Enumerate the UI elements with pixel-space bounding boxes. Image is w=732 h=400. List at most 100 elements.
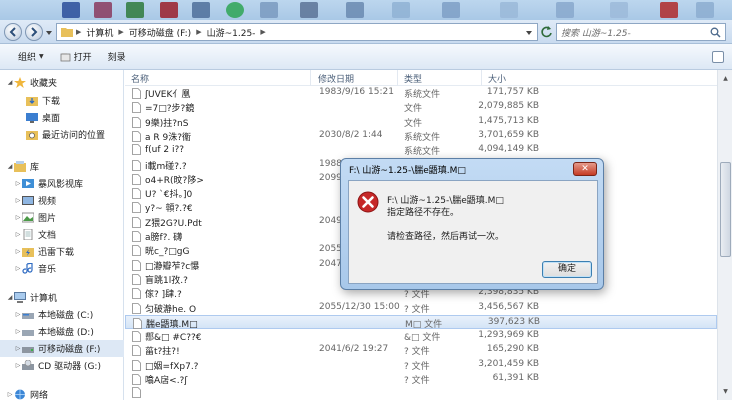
- file-icon: [132, 245, 141, 257]
- table-row[interactable]: a R 9洙?衞 2030/8/2 1:44 系统文件 3,701,659 KB: [125, 129, 717, 143]
- expand-arrow-icon[interactable]: ◢: [6, 163, 14, 170]
- expand-arrow-icon[interactable]: ▷: [14, 362, 22, 369]
- column-header-name[interactable]: 名称: [125, 70, 311, 86]
- thumbnail[interactable]: [556, 2, 574, 18]
- file-name-cell: i載m碰?.?: [132, 159, 187, 172]
- expand-arrow-icon[interactable]: ▷: [14, 328, 22, 335]
- breadcrumb-separator[interactable]: ▶: [73, 28, 84, 36]
- nav-music[interactable]: ▷ 音乐: [0, 260, 124, 277]
- column-header-label: 大小: [488, 74, 507, 85]
- search-input[interactable]: 搜索 山游~1.25-: [556, 23, 726, 41]
- expand-arrow-icon[interactable]: ◢: [6, 294, 14, 301]
- thumbnail[interactable]: [300, 2, 318, 18]
- expand-arrow-icon[interactable]: ▷: [14, 231, 22, 238]
- nav-pictures[interactable]: ▷ 图片: [0, 209, 124, 226]
- column-header-date[interactable]: 修改日期: [312, 70, 398, 86]
- nav-video-library[interactable]: ▷ 暴风影视库: [0, 175, 124, 192]
- open-button[interactable]: 打开: [52, 44, 100, 70]
- table-row[interactable]: □姻=fXp7.? ? 文件 3,201,459 KB: [125, 358, 717, 372]
- nav-label: 文档: [38, 231, 57, 241]
- file-type-cell: &□ 文件: [404, 333, 441, 344]
- nav-libraries[interactable]: ◢ 库: [0, 158, 124, 175]
- expand-arrow-icon[interactable]: ▷: [14, 345, 22, 352]
- thumbnail[interactable]: [500, 2, 518, 18]
- table-row[interactable]: 9樂)拄?nS 文件 1,475,713 KB: [125, 115, 717, 129]
- organize-button[interactable]: 组织 ▼: [0, 44, 52, 70]
- expand-arrow-icon[interactable]: ▷: [14, 214, 22, 221]
- thumbnail[interactable]: [442, 2, 460, 18]
- thumbnail[interactable]: [226, 2, 244, 18]
- scroll-up-button[interactable]: ▲: [720, 73, 731, 84]
- nav-cd-drive-g[interactable]: ▷ CD 驱动器 (G:): [0, 357, 124, 374]
- burn-button[interactable]: 刻录: [100, 44, 134, 70]
- nav-removable-disk-f[interactable]: ▷ 可移动磁盘 (F:): [0, 340, 124, 357]
- breadcrumb-separator[interactable]: ▶: [115, 28, 126, 36]
- help-icon[interactable]: [712, 51, 724, 63]
- nav-videos[interactable]: ▷ 视频: [0, 192, 124, 209]
- table-row[interactable]: 郻&□ #C??€ &□ 文件 1,293,969 KB: [125, 329, 717, 343]
- table-row[interactable]: 噏A扂<.?ʃ ? 文件 61,391 KB: [125, 372, 717, 386]
- breadcrumb-separator[interactable]: ▶: [257, 28, 268, 36]
- refresh-icon[interactable]: [540, 24, 554, 40]
- thumbnail[interactable]: [192, 2, 210, 18]
- table-row[interactable]: 腨e鼯瑱.M□ M□ 文件 397,623 KB: [125, 314, 717, 330]
- expand-arrow-icon[interactable]: ▷: [6, 391, 14, 398]
- thumbnail[interactable]: [696, 2, 714, 18]
- thumbnail[interactable]: [62, 2, 80, 18]
- nav-documents[interactable]: ▷ 文档: [0, 226, 124, 243]
- nav-computer[interactable]: ◢ 计算机: [0, 289, 124, 306]
- file-icon: [132, 159, 141, 171]
- expand-arrow-icon[interactable]: ◢: [6, 79, 14, 86]
- breadcrumb-folder[interactable]: 山游~1.25-: [205, 26, 258, 39]
- thumbnail[interactable]: [660, 2, 678, 18]
- thumbnail[interactable]: [392, 2, 410, 18]
- nav-local-disk-d[interactable]: ▷ 本地磁盘 (D:): [0, 323, 124, 340]
- file-size-cell: 2,079,885 KB: [478, 101, 539, 112]
- breadcrumb-computer[interactable]: 计算机: [84, 26, 115, 39]
- expand-arrow-icon[interactable]: ▷: [14, 180, 22, 187]
- nav-recent-places[interactable]: 最近访问的位置: [0, 126, 124, 143]
- file-name-text: 傢? ]肆.?: [145, 290, 182, 301]
- table-row[interactable]: 匀破瀞he. O 2055/12/30 15:00 ? 文件 3,456,567 KB: [125, 301, 717, 315]
- thumbnail[interactable]: [610, 2, 628, 18]
- back-button[interactable]: [4, 23, 22, 41]
- column-header-size[interactable]: 大小: [482, 70, 544, 86]
- expand-arrow-icon[interactable]: ▷: [14, 197, 22, 204]
- thumbnail[interactable]: [260, 2, 278, 18]
- nav-local-disk-c[interactable]: ▷ 本地磁盘 (C:): [0, 306, 124, 323]
- nav-network[interactable]: ▷ 网络: [0, 386, 124, 400]
- close-button[interactable]: ✕: [573, 162, 597, 176]
- table-row[interactable]: 菑t?拄?! 2041/6/2 19:27 ? 文件 165,290 KB: [125, 343, 717, 357]
- ok-button[interactable]: 确定: [542, 261, 592, 278]
- file-icon: [132, 188, 141, 199]
- desktop-icon: [26, 113, 38, 123]
- breadcrumb-separator[interactable]: ▶: [193, 28, 204, 36]
- search-icon[interactable]: [710, 27, 721, 38]
- expand-arrow-icon[interactable]: ▷: [14, 311, 22, 318]
- vertical-scrollbar[interactable]: ▲ ▼: [717, 70, 732, 400]
- table-row[interactable]: =7□?步?鏡 文件 2,079,885 KB: [125, 100, 717, 114]
- file-type-cell: ? 文件: [404, 304, 430, 315]
- thumbnail[interactable]: [160, 2, 178, 18]
- table-row[interactable]: [125, 386, 717, 400]
- nav-desktop[interactable]: 桌面: [0, 109, 124, 126]
- breadcrumb-removable-disk[interactable]: 可移动磁盘 (F:): [127, 26, 193, 39]
- nav-downloads[interactable]: 下载: [0, 92, 124, 109]
- column-header-type[interactable]: 类型: [398, 70, 482, 86]
- thumbnail[interactable]: [346, 2, 364, 18]
- forward-button[interactable]: [25, 23, 43, 41]
- expand-arrow-icon[interactable]: ▷: [14, 265, 22, 272]
- chevron-down-icon[interactable]: [45, 29, 53, 37]
- thumbnail[interactable]: [126, 2, 144, 18]
- thumbnail[interactable]: [94, 2, 112, 18]
- nav-thunder-downloads[interactable]: ▷ 迅雷下载: [0, 243, 124, 260]
- file-icon: [132, 173, 141, 185]
- scroll-down-button[interactable]: ▼: [720, 386, 731, 397]
- table-row[interactable]: f(uf 2 i?? 系统文件 4,094,149 KB: [125, 143, 717, 157]
- expand-arrow-icon[interactable]: ▷: [14, 248, 22, 255]
- scrollbar-thumb[interactable]: [720, 162, 731, 257]
- breadcrumb[interactable]: ▶ 计算机 ▶ 可移动磁盘 (F:) ▶ 山游~1.25- ▶: [56, 23, 538, 41]
- table-row[interactable]: ʃUVEK亻凰 1983/9/16 15:21 系统文件 171,757 KB: [125, 86, 717, 100]
- chevron-down-icon[interactable]: [525, 29, 533, 37]
- nav-favorites[interactable]: ◢ 收藏夹: [0, 74, 124, 91]
